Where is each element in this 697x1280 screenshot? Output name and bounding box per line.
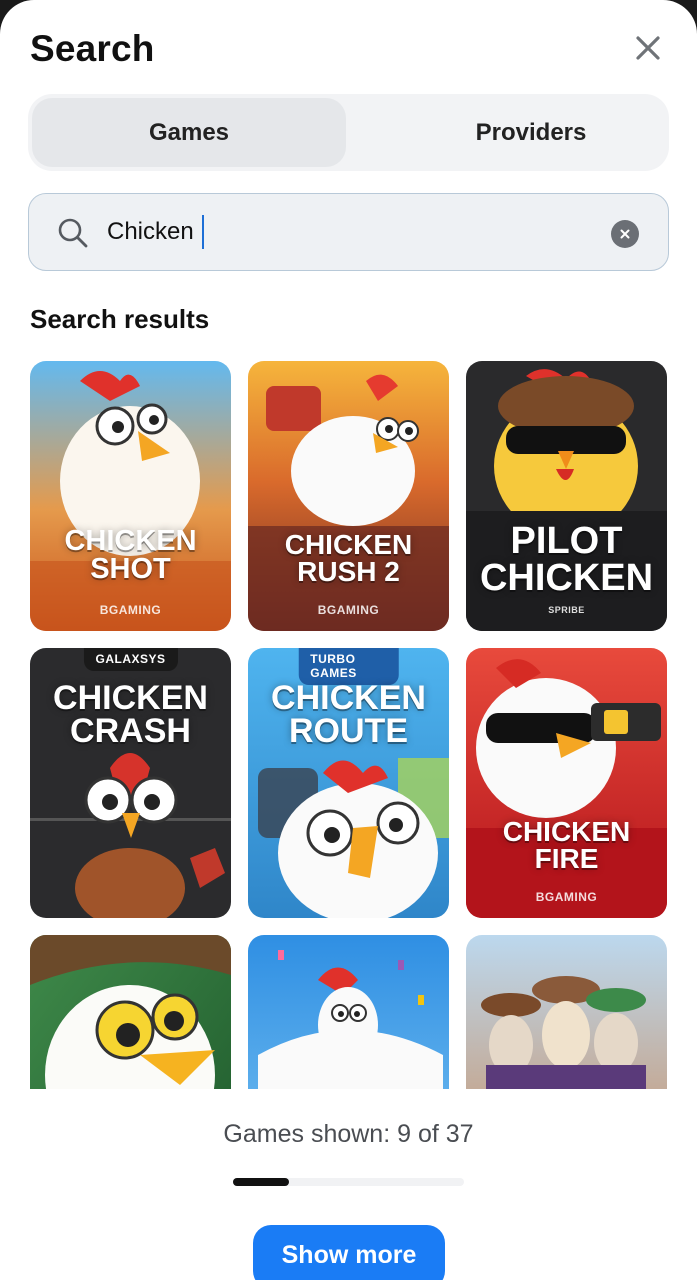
game-card-chicken-route[interactable]: TURBO GAMES CHICKEN ROUTE	[248, 648, 449, 918]
tab-providers-label: Providers	[475, 118, 587, 146]
show-more-button[interactable]: Show more	[253, 1225, 445, 1280]
game-title: CHICKEN RUSH 2	[284, 529, 413, 588]
search-sheet: Search Games Providers Search results	[0, 0, 697, 1280]
search-field[interactable]	[28, 193, 669, 271]
game-title: CHICKEN FIRE	[502, 816, 631, 875]
close-button[interactable]	[630, 30, 666, 66]
results-grid: CHICKEN SHOT BGAMING CHICKEN RUSH 2 BGAM…	[30, 361, 667, 1089]
results-progress-fill	[233, 1178, 289, 1186]
search-results-heading: Search results	[30, 304, 210, 334]
text-caret	[202, 215, 204, 249]
search-input[interactable]	[107, 210, 587, 254]
tab-providers[interactable]: Providers	[374, 98, 688, 167]
game-provider: BGAMING	[99, 603, 162, 617]
game-provider: BGAMING	[535, 890, 598, 904]
game-artwork	[248, 935, 449, 1089]
game-artwork	[30, 361, 231, 631]
game-provider: BGAMING	[317, 603, 380, 617]
game-card-8[interactable]	[248, 935, 449, 1089]
game-title: PILOT CHICKEN	[479, 520, 654, 600]
provider-badge: GALAXSYS	[83, 648, 178, 671]
game-artwork	[466, 935, 667, 1089]
game-card-chicken-crash[interactable]: GALAXSYS CHICKEN CRASH	[30, 648, 231, 918]
game-card-7[interactable]	[30, 935, 231, 1089]
search-type-tabs: Games Providers	[28, 94, 669, 171]
game-card-chicken-shot[interactable]: CHICKEN SHOT BGAMING	[30, 361, 231, 631]
show-more-label: Show more	[281, 1241, 417, 1269]
clear-circle-icon	[620, 229, 630, 239]
game-title: CHICKEN ROUTE	[271, 679, 426, 751]
game-title: CHICKEN CRASH	[53, 679, 208, 751]
clear-search-button[interactable]	[611, 220, 639, 248]
game-artwork	[466, 648, 667, 918]
game-artwork	[30, 935, 231, 1089]
tab-games[interactable]: Games	[32, 98, 346, 167]
search-icon	[58, 218, 88, 248]
game-card-chicken-fire[interactable]: CHICKEN FIRE BGAMING	[466, 648, 667, 918]
game-card-chicken-rush-2[interactable]: CHICKEN RUSH 2 BGAMING	[248, 361, 449, 631]
game-artwork	[248, 361, 449, 631]
results-progress-bar	[233, 1178, 464, 1186]
game-provider: SPRIBE	[548, 605, 585, 615]
close-icon	[636, 36, 660, 60]
game-card-9[interactable]	[466, 935, 667, 1089]
page-title: Search	[30, 28, 155, 69]
game-card-pilot-chicken[interactable]: PILOT CHICKEN SPRIBE	[466, 361, 667, 631]
game-title: CHICKEN SHOT	[64, 525, 197, 586]
tab-games-label: Games	[148, 118, 230, 146]
games-shown-count: Games shown: 9 of 37	[223, 1120, 474, 1148]
